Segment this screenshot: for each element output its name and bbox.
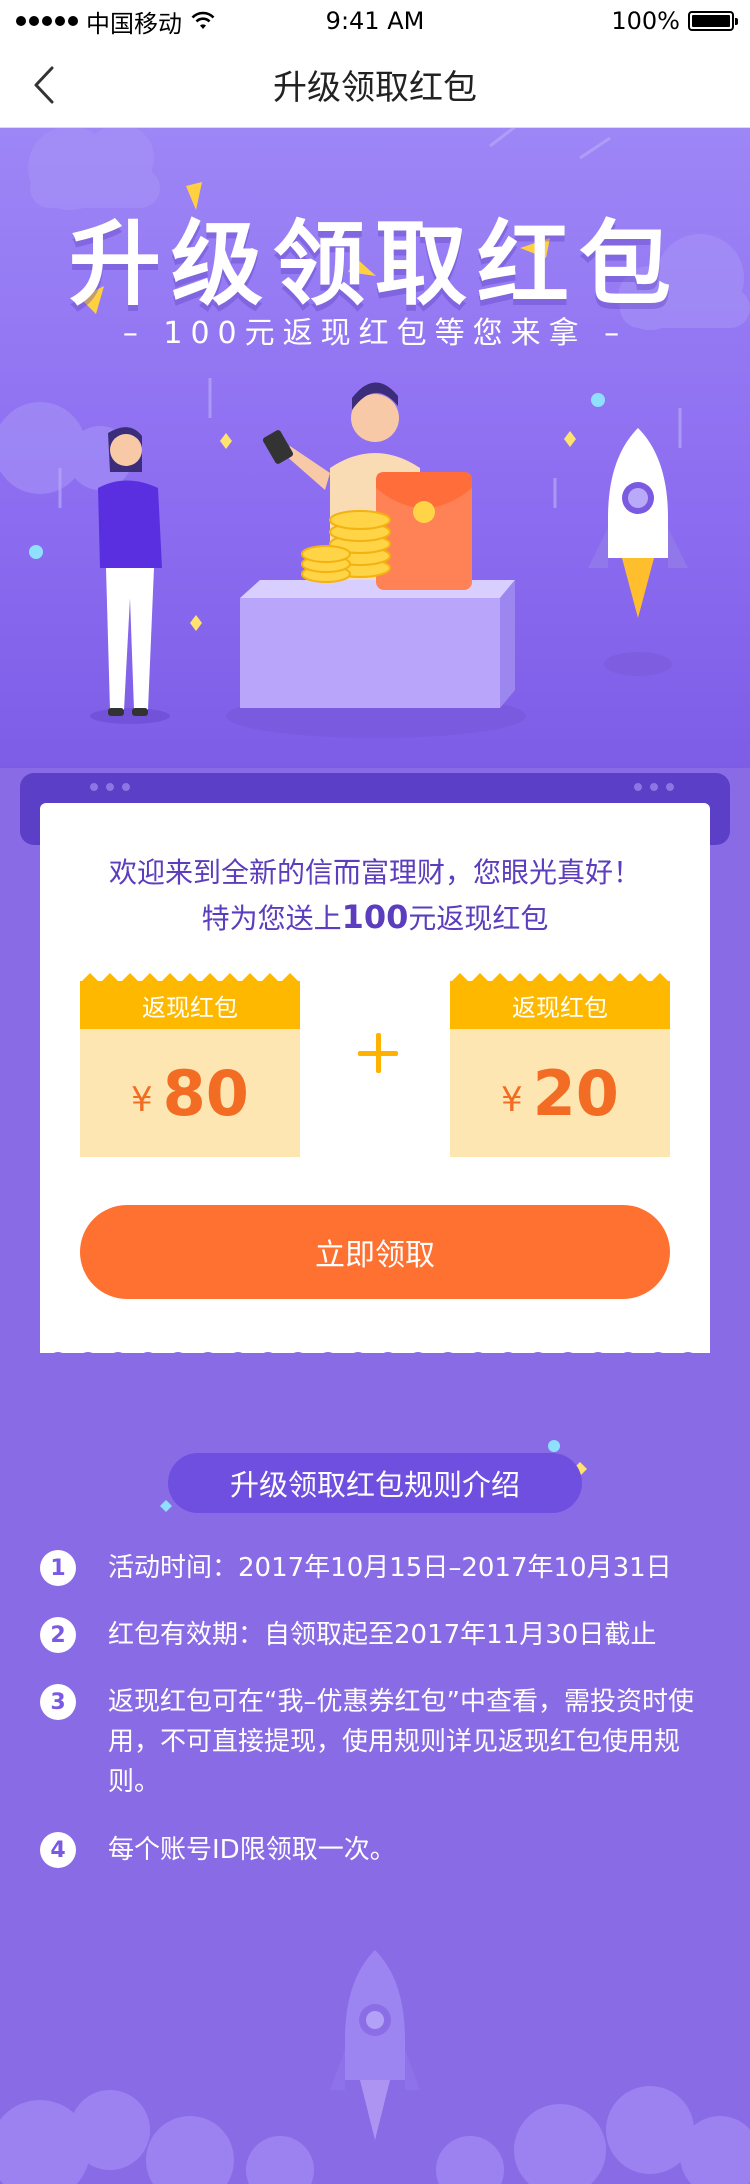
rules-title: 升级领取红包规则介绍 [168,1453,582,1513]
plus-icon [358,1033,398,1073]
carrier-group: 中国移动 [16,4,216,39]
rule-text: 红包有效期：自领取起至2017年11月30日截止 [108,1620,657,1650]
rule-item: 3 返现红包可在“我–优惠券红包”中查看，需投资时使用，不可直接提现，使用规则详… [40,1684,720,1802]
rule-number-badge: 4 [40,1832,76,1868]
carrier-name: 中国移动 [86,9,182,38]
currency-symbol: ¥ [131,1080,153,1120]
rule-text: 活动时间：2017年10月15日–2017年10月31日 [108,1553,672,1583]
rule-number-badge: 2 [40,1617,76,1653]
coupon-value: ¥ 80 [80,1029,300,1157]
hero-title: 升级领取红包 [68,211,681,318]
signal-icon [16,16,78,26]
status-bar: 中国移动 9:41 AM 100% [0,0,750,42]
coupon-amount: 80 [162,1056,249,1130]
rail-dots-right [634,783,674,791]
chevron-left-icon [34,66,54,104]
rule-number-badge: 1 [40,1550,76,1586]
currency-symbol: ¥ [501,1080,523,1120]
coupon-zigzag-top [450,973,670,983]
coupon-amount: 20 [532,1056,619,1130]
rule-text: 返现红包可在“我–优惠券红包”中查看，需投资时使用，不可直接提现，使用规则详见返… [108,1687,694,1797]
coupon-label: 返现红包 [142,993,238,1022]
claim-button[interactable]: 立即领取 [80,1205,670,1299]
offer-amount: 100 [341,898,409,936]
coupon-value: ¥ 20 [450,1029,670,1157]
page-title: 升级领取红包 [273,68,477,108]
coupon-zigzag-top [80,973,300,983]
rule-item: 4 每个账号ID限领取一次。 [40,1832,720,1870]
coupon-label: 返现红包 [512,993,608,1022]
welcome-text: 欢迎来到全新的信而富理财，您眼光真好！ [108,856,641,889]
battery-icon [688,11,738,31]
red-packet-card: 欢迎来到全新的信而富理财，您眼光真好！ 特为您送上100元返现红包 返现红包 ¥… [40,803,710,1353]
wifi-icon [191,11,215,29]
coupon-20: 返现红包 ¥ 20 [450,973,670,1157]
battery-percent: 100% [611,7,680,35]
nav-bar: 升级领取红包 [0,42,750,128]
rule-item: 2 红包有效期：自领取起至2017年11月30日截止 [40,1617,720,1655]
hero-subtitle: – 100元返现红包等您来拿 – [122,316,628,351]
hero-banner: 升级领取红包 – 100元返现红包等您来拿 – [0,128,750,768]
battery-group: 100% [611,7,738,35]
rule-text: 每个账号ID限领取一次。 [108,1835,396,1865]
offer-suffix: 元返现红包 [408,902,549,935]
rail-dots-left [90,783,130,791]
coupon-header: 返现红包 [450,973,670,1029]
rule-number-badge: 3 [40,1684,76,1720]
rule-item: 1 活动时间：2017年10月15日–2017年10月31日 [40,1550,720,1588]
card-scallop-edge [40,1341,710,1365]
back-button[interactable] [22,60,66,110]
coupon-header: 返现红包 [80,973,300,1029]
bottom-clouds [0,2086,750,2184]
coupon-80: 返现红包 ¥ 80 [80,973,300,1157]
offer-text: 特为您送上100元返现红包 [40,897,710,937]
offer-prefix: 特为您送上 [201,902,342,935]
